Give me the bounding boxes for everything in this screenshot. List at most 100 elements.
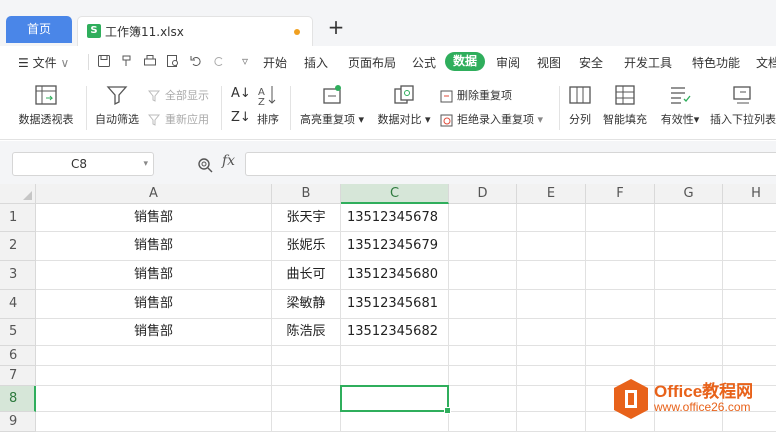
cell-e9[interactable] [517, 412, 586, 432]
cell-c4[interactable]: 13512345681 [341, 290, 449, 319]
cell-f3[interactable] [586, 261, 655, 290]
cell-a3[interactable]: 销售部 [36, 261, 272, 290]
sort-ascending-icon[interactable]: A↓ [231, 86, 251, 101]
cell-g3[interactable] [655, 261, 723, 290]
reject-duplicates-button[interactable]: 拒绝录入重复项 ▾ [440, 111, 543, 127]
cell-c1[interactable]: 13512345678 [341, 204, 449, 232]
cell-f6[interactable] [586, 346, 655, 366]
smart-fill-button[interactable]: 智能填充 [600, 84, 650, 127]
cell-h3[interactable] [723, 261, 776, 290]
cell-g5[interactable] [655, 319, 723, 346]
cell-b7[interactable] [272, 366, 341, 386]
cell-h1[interactable] [723, 204, 776, 232]
cell-d2[interactable] [449, 232, 517, 261]
tab-workbook[interactable]: S 工作簿11.xlsx [77, 16, 313, 46]
save-icon[interactable] [97, 54, 111, 68]
cell-a9[interactable] [36, 412, 272, 432]
cell-f5[interactable] [586, 319, 655, 346]
cell-e4[interactable] [517, 290, 586, 319]
cell-e1[interactable] [517, 204, 586, 232]
cell-f4[interactable] [586, 290, 655, 319]
cell-d8[interactable] [449, 386, 517, 412]
cell-e6[interactable] [517, 346, 586, 366]
column-header-b[interactable]: B [272, 184, 341, 204]
tab-home[interactable]: 首页 [6, 16, 72, 43]
cell-b9[interactable] [272, 412, 341, 432]
menu-page-layout[interactable]: 页面布局 [348, 54, 396, 71]
text-to-columns-button[interactable]: 分列 [564, 84, 596, 127]
cell-a1[interactable]: 销售部 [36, 204, 272, 232]
cell-h4[interactable] [723, 290, 776, 319]
cell-b8[interactable] [272, 386, 341, 412]
row-header-1[interactable]: 1 [0, 204, 36, 232]
row-header-8[interactable]: 8 [0, 386, 36, 412]
select-all-corner[interactable] [0, 184, 36, 204]
column-header-f[interactable]: F [586, 184, 655, 204]
cell-g2[interactable] [655, 232, 723, 261]
row-header-5[interactable]: 5 [0, 319, 36, 346]
cell-b5[interactable]: 陈浩辰 [272, 319, 341, 346]
row-header-3[interactable]: 3 [0, 261, 36, 290]
cell-h6[interactable] [723, 346, 776, 366]
column-header-g[interactable]: G [655, 184, 723, 204]
cell-e7[interactable] [517, 366, 586, 386]
row-header-9[interactable]: 9 [0, 412, 36, 432]
cell-b4[interactable]: 梁敏静 [272, 290, 341, 319]
cell-d7[interactable] [449, 366, 517, 386]
data-compare-button[interactable]: 数据对比 ▾ [374, 84, 434, 127]
menu-developer[interactable]: 开发工具 [624, 54, 672, 71]
menu-review[interactable]: 审阅 [496, 54, 520, 71]
cell-d4[interactable] [449, 290, 517, 319]
cell-g1[interactable] [655, 204, 723, 232]
undo-icon[interactable] [189, 54, 203, 68]
cell-a8[interactable] [36, 386, 272, 412]
cell-a4[interactable]: 销售部 [36, 290, 272, 319]
reapply-button[interactable]: 重新应用 [147, 111, 209, 127]
menu-docs[interactable]: 文档 [756, 54, 776, 71]
format-painter-icon[interactable] [120, 54, 134, 68]
cell-b6[interactable] [272, 346, 341, 366]
cell-a5[interactable]: 销售部 [36, 319, 272, 346]
cell-d1[interactable] [449, 204, 517, 232]
cell-c2[interactable]: 13512345679 [341, 232, 449, 261]
delete-duplicates-button[interactable]: 删除重复项 [440, 87, 512, 103]
row-header-7[interactable]: 7 [0, 366, 36, 386]
row-header-4[interactable]: 4 [0, 290, 36, 319]
cell-e2[interactable] [517, 232, 586, 261]
sort-descending-icon[interactable]: Z↓ [231, 110, 251, 125]
menu-formula[interactable]: 公式 [412, 54, 436, 71]
data-validation-button[interactable]: 有效性▾ [656, 84, 704, 127]
column-header-d[interactable]: D [449, 184, 517, 204]
redo-icon[interactable] [212, 54, 226, 68]
cell-f2[interactable] [586, 232, 655, 261]
show-all-button[interactable]: 全部显示 [147, 87, 209, 103]
insert-dropdown-list-button[interactable]: 插入下拉列表 [710, 84, 776, 127]
cell-a2[interactable]: 销售部 [36, 232, 272, 261]
cell-h5[interactable] [723, 319, 776, 346]
print-icon[interactable] [143, 54, 157, 68]
cell-b3[interactable]: 曲长可 [272, 261, 341, 290]
cell-e3[interactable] [517, 261, 586, 290]
cell-c7[interactable] [341, 366, 449, 386]
cell-c5[interactable]: 13512345682 [341, 319, 449, 346]
cell-h2[interactable] [723, 232, 776, 261]
pivot-table-button[interactable]: 数据透视表 [14, 84, 78, 127]
cell-a7[interactable] [36, 366, 272, 386]
cell-d5[interactable] [449, 319, 517, 346]
cell-c3[interactable]: 13512345680 [341, 261, 449, 290]
chevron-down-icon[interactable]: ▾ [143, 153, 148, 175]
cell-d3[interactable] [449, 261, 517, 290]
highlight-duplicates-button[interactable]: 高亮重复项 ▾ [296, 84, 368, 127]
column-header-e[interactable]: E [517, 184, 586, 204]
column-header-a[interactable]: A [36, 184, 272, 204]
column-header-c[interactable]: C [341, 184, 449, 204]
cell-g4[interactable] [655, 290, 723, 319]
cell-b1[interactable]: 张天宇 [272, 204, 341, 232]
autofilter-button[interactable]: 自动筛选 [92, 84, 142, 127]
column-header-h[interactable]: H [723, 184, 776, 204]
cell-e5[interactable] [517, 319, 586, 346]
row-header-2[interactable]: 2 [0, 232, 36, 261]
cell-a6[interactable] [36, 346, 272, 366]
active-cell-selection[interactable] [340, 385, 451, 414]
sort-button[interactable]: AZ 排序 [254, 84, 282, 127]
